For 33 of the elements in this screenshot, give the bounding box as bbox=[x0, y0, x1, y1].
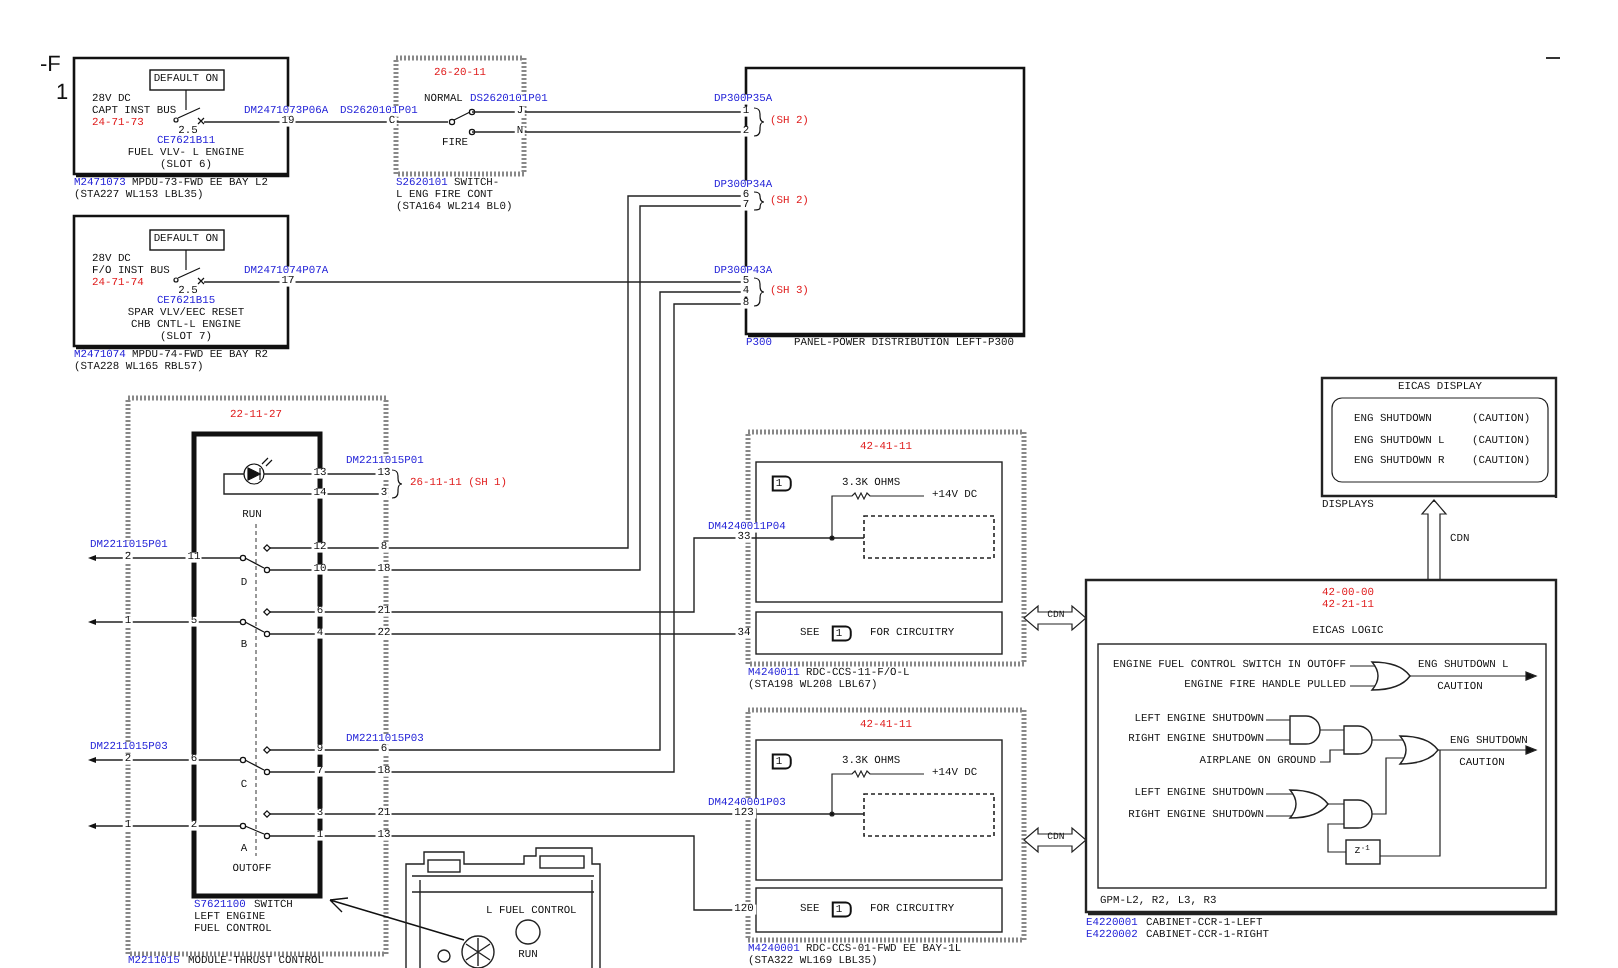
indicator-lamp-icon bbox=[243, 457, 273, 485]
arrow-icon bbox=[88, 555, 96, 561]
circuit-breaker-symbol bbox=[173, 89, 205, 125]
and-gate bbox=[1289, 715, 1321, 745]
default-on-box bbox=[149, 69, 225, 91]
pointer-arrow bbox=[329, 897, 465, 941]
switch-contact-symbol bbox=[239, 809, 272, 840]
circuit-breaker-symbol bbox=[173, 249, 205, 285]
arrow-icon bbox=[88, 823, 96, 829]
bus-arrow bbox=[1023, 604, 1087, 632]
bracket bbox=[391, 469, 403, 499]
arrow-icon bbox=[88, 757, 96, 763]
default-on-box bbox=[149, 229, 225, 251]
bracket bbox=[753, 107, 765, 137]
and-gate bbox=[1343, 799, 1373, 829]
bracket bbox=[753, 277, 765, 307]
dashed-box bbox=[863, 793, 995, 837]
switch-contact-symbol bbox=[239, 745, 272, 776]
bus-arrow bbox=[1023, 826, 1087, 854]
resistor-circuit bbox=[829, 491, 925, 541]
arrow-icon bbox=[88, 619, 96, 625]
sheet-marker: -F bbox=[40, 55, 61, 77]
and-gate bbox=[1343, 725, 1373, 755]
switch-contact-symbol bbox=[448, 108, 476, 136]
or-gate bbox=[1289, 789, 1329, 819]
output-arrow bbox=[1409, 671, 1538, 681]
resistor-circuit bbox=[829, 769, 925, 817]
sheet-marker: 1 bbox=[56, 83, 69, 105]
switch-contact-symbol bbox=[239, 607, 272, 638]
dashed-box bbox=[863, 515, 995, 559]
bracket bbox=[753, 191, 765, 211]
switch-contact-symbol bbox=[239, 543, 272, 574]
bus-arrow bbox=[1420, 499, 1448, 581]
